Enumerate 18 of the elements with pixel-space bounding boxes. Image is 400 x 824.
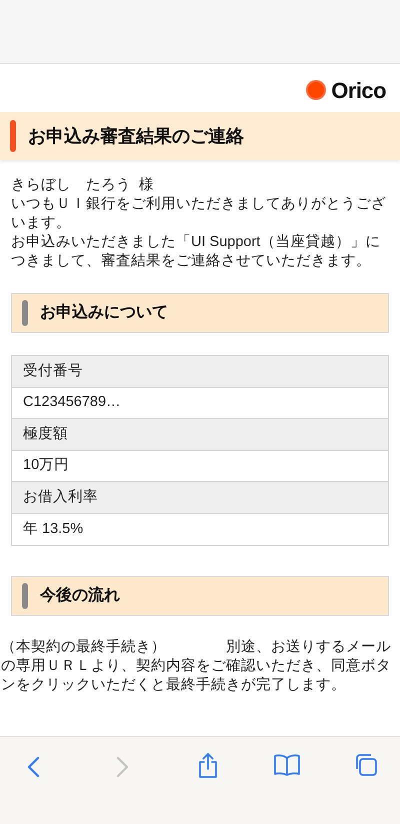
accent-bar xyxy=(22,300,28,326)
greeting-text: いつもＵＩ銀行をご利用いただきましてありがとうございます。 xyxy=(11,195,387,233)
logo: Orico xyxy=(305,74,386,106)
page-title: お申込み審査結果のご連絡 xyxy=(28,124,244,148)
greeting-text: お申込みいただきました「UI Support（当座貸越）」につきまして、審査結果をご連絡させていただきます。 xyxy=(11,233,382,271)
circle-icon xyxy=(305,79,328,101)
flow-text: （本契約の最終手続き） 別途、お送りするメールの専用ＵＲＬより、契約内容をご確認いただき、同意ボタンをクリックいただくと最終手続きが完了します。 xyxy=(0,638,392,695)
greeting-text: きらぼし たろう 様 xyxy=(11,176,156,195)
table-label-cell: 極度額 xyxy=(12,419,388,451)
section-title: お申込みについて xyxy=(40,302,168,323)
table-label-cell: 受付番号 xyxy=(12,356,388,388)
tabs-icon[interactable] xyxy=(354,753,378,777)
accent-bar xyxy=(10,120,16,152)
accent-bar xyxy=(22,583,28,609)
table-label-cell: お借入利率 xyxy=(12,482,388,514)
share-icon[interactable] xyxy=(197,753,219,779)
book-icon[interactable] xyxy=(272,754,300,776)
section-title: 今後の流れ xyxy=(40,585,120,606)
